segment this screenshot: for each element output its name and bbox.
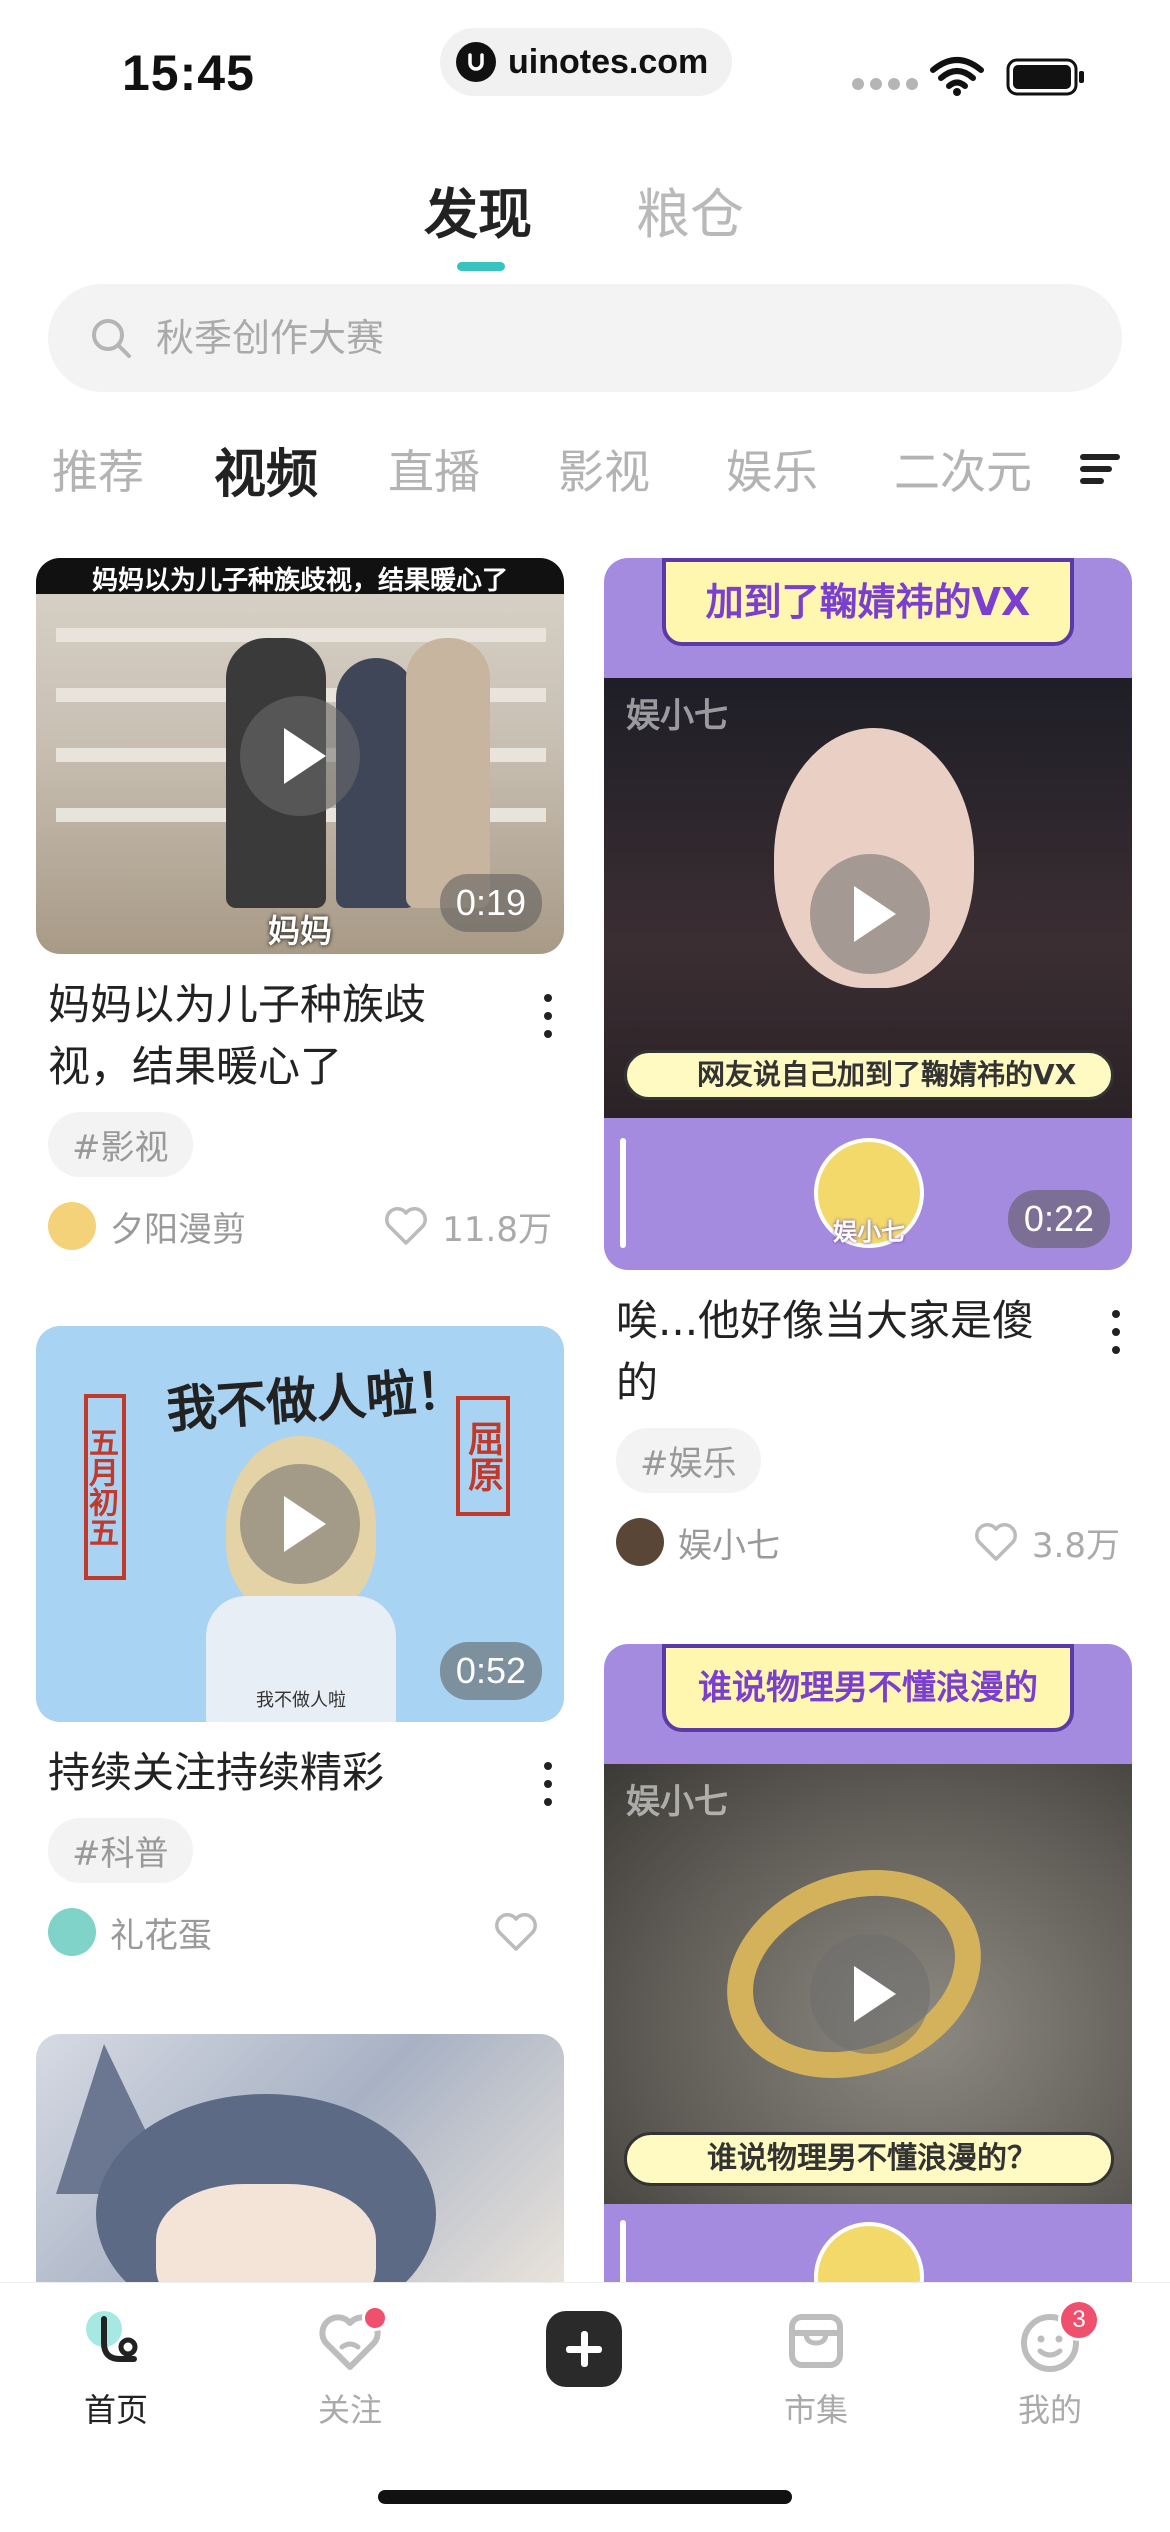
more-options-icon[interactable] <box>1106 1310 1126 1354</box>
avatar[interactable] <box>616 1518 664 1566</box>
nav-item-me[interactable]: 3 我的 <box>990 2299 1110 2431</box>
like-button[interactable]: 3.8万 <box>974 1517 1120 1567</box>
play-icon[interactable] <box>240 1464 360 1584</box>
person-figure <box>406 638 490 908</box>
watermark-text: 娱小七 <box>626 1782 728 1822</box>
video-card[interactable]: 我不做人啦！ 五月初五 屈原 我不做人啦 0:52 持续关注持续精彩 #科普 礼… <box>36 1326 564 1957</box>
like-button[interactable] <box>494 1907 552 1957</box>
video-duration: 0:52 <box>439 1642 542 1700</box>
like-count: 11.8万 <box>442 1209 552 1250</box>
nav-label: 关注 <box>317 2391 382 2429</box>
card-title[interactable]: 妈妈以为儿子种族歧视，结果暖心了 <box>36 974 564 1098</box>
nav-item-market[interactable]: 市集 <box>756 2307 876 2431</box>
more-options-icon[interactable] <box>538 994 558 1038</box>
like-count: 3.8万 <box>1031 1525 1120 1566</box>
home-icon <box>82 2307 150 2375</box>
mascot-label: 娱小七 <box>833 1218 905 1246</box>
battery-icon <box>1006 58 1084 96</box>
active-tab-indicator <box>457 262 505 271</box>
play-icon[interactable] <box>810 1934 930 2054</box>
url-text: uinotes.com <box>508 42 709 81</box>
category-tab-video[interactable]: 视频 <box>214 432 318 507</box>
seal-left: 五月初五 <box>83 1394 126 1580</box>
topic-tag[interactable]: #娱乐 <box>616 1428 761 1493</box>
status-bar: 15:45 uinotes.com <box>0 0 1170 120</box>
add-post-button[interactable] <box>546 2311 622 2387</box>
topic-tag[interactable]: #影视 <box>48 1112 193 1177</box>
store-icon <box>782 2307 850 2375</box>
site-logo-icon <box>456 42 496 82</box>
thumbnail-top-text: 谁说物理男不懂浪漫的 <box>662 1644 1074 1732</box>
category-tab-recommend[interactable]: 推荐 <box>52 436 144 502</box>
avatar[interactable] <box>48 1202 96 1250</box>
card-meta: 夕阳漫剪 11.8万 <box>36 1201 564 1251</box>
video-card[interactable]: 谁说物理男不懂浪漫的 娱小七 谁说物理男不懂浪漫的？ <box>604 1644 1132 2282</box>
category-menu-icon[interactable] <box>1080 454 1120 488</box>
card-title[interactable]: 持续关注持续精彩 <box>36 1742 564 1806</box>
category-tab-film[interactable]: 影视 <box>558 436 650 502</box>
wifi-icon <box>930 57 984 96</box>
author-name[interactable]: 夕阳漫剪 <box>110 1202 246 1251</box>
notification-dot <box>362 2305 388 2331</box>
card-title[interactable]: 唉...他好像当大家是傻的 <box>604 1290 1132 1414</box>
category-tab-live[interactable]: 直播 <box>388 436 480 502</box>
face-shape <box>156 2184 376 2282</box>
signal-icon <box>852 78 918 90</box>
video-duration: 0:22 <box>1007 1190 1110 1248</box>
avatar[interactable] <box>48 1908 96 1956</box>
thumbnail-top-text: 妈妈以为儿子种族歧视，结果暖心了 <box>91 566 508 596</box>
video-thumbnail[interactable]: 妈妈以为儿子种族歧视，结果暖心了 妈妈 0:19 <box>36 558 564 954</box>
category-tabs: 推荐 视频 直播 影视 娱乐 二次元 <box>0 436 1170 506</box>
play-icon[interactable] <box>240 696 360 816</box>
profile-face-icon: 3 <box>1016 2299 1100 2375</box>
heart-icon <box>495 1913 537 1951</box>
video-card[interactable]: 妈妈以为儿子种族歧视，结果暖心了 妈妈 0:19 妈妈以为儿子种族歧视，结果暖心… <box>36 558 564 1251</box>
author-name[interactable]: 娱小七 <box>678 1518 780 1567</box>
search-bar[interactable] <box>48 284 1122 392</box>
like-button[interactable]: 11.8万 <box>384 1201 552 1251</box>
status-time: 15:45 <box>122 45 255 101</box>
video-thumbnail[interactable]: 谁说物理男不懂浪漫的 娱小七 谁说物理男不懂浪漫的？ <box>604 1644 1132 2282</box>
watermark-text: 娱小七 <box>626 696 728 736</box>
thumbnail-bottom-text: 我不做人啦 <box>256 1690 346 1711</box>
thumbnail-top-text: 我不做人啦！ <box>164 1360 468 1440</box>
heart-icon <box>975 1523 1017 1561</box>
video-thumbnail[interactable]: 加到了鞠婧祎的VX 娱小七 网友说自己加到了鞠婧祎的VX 娱小七 0:22 <box>604 558 1132 1270</box>
top-tabs: 发现 粮仓 <box>0 170 1170 280</box>
nav-item-follow[interactable]: 关注 <box>290 2305 410 2431</box>
card-meta: 礼花蛋 <box>36 1907 564 1957</box>
thumbnail-top-text: 加到了鞠婧祎的VX <box>662 558 1074 646</box>
thumbnail-banner: 网友说自己加到了鞠婧祎的VX <box>624 1050 1114 1100</box>
home-indicator <box>378 2490 792 2504</box>
video-thumbnail[interactable]: 我不做人啦！ 五月初五 屈原 我不做人啦 0:52 <box>36 1326 564 1722</box>
topic-tag[interactable]: #科普 <box>48 1818 193 1883</box>
nav-label: 市集 <box>783 2391 848 2429</box>
url-pill[interactable]: uinotes.com <box>440 28 732 96</box>
search-input[interactable] <box>156 316 956 360</box>
thumbnail-banner: 谁说物理男不懂浪漫的？ <box>624 2132 1114 2186</box>
video-thumbnail[interactable] <box>36 2034 564 2282</box>
category-tab-entertainment[interactable]: 娱乐 <box>726 436 818 502</box>
seal-right: 屈原 <box>456 1396 510 1516</box>
mascot-avatar <box>814 2222 924 2282</box>
heart-icon <box>385 1207 428 1245</box>
video-card[interactable]: 加到了鞠婧祎的VX 娱小七 网友说自己加到了鞠婧祎的VX 娱小七 0:22 唉.… <box>604 558 1132 1567</box>
more-options-icon[interactable] <box>538 1762 558 1806</box>
nav-label: 首页 <box>83 2391 148 2429</box>
video-card[interactable] <box>36 2034 564 2282</box>
play-icon[interactable] <box>810 854 930 974</box>
tab-discover[interactable]: 发现 <box>424 170 532 249</box>
nav-item-home[interactable]: 首页 <box>56 2307 176 2431</box>
author-name[interactable]: 礼花蛋 <box>110 1908 212 1957</box>
heart-follow-icon <box>316 2305 388 2375</box>
card-meta: 娱小七 3.8万 <box>604 1517 1132 1567</box>
notification-count-badge: 3 <box>1058 2299 1100 2341</box>
category-tab-acg[interactable]: 二次元 <box>894 436 1032 502</box>
tab-granary[interactable]: 粮仓 <box>636 170 744 249</box>
video-duration: 0:19 <box>439 874 542 932</box>
nav-label: 我的 <box>1017 2391 1082 2429</box>
search-icon <box>92 319 131 358</box>
